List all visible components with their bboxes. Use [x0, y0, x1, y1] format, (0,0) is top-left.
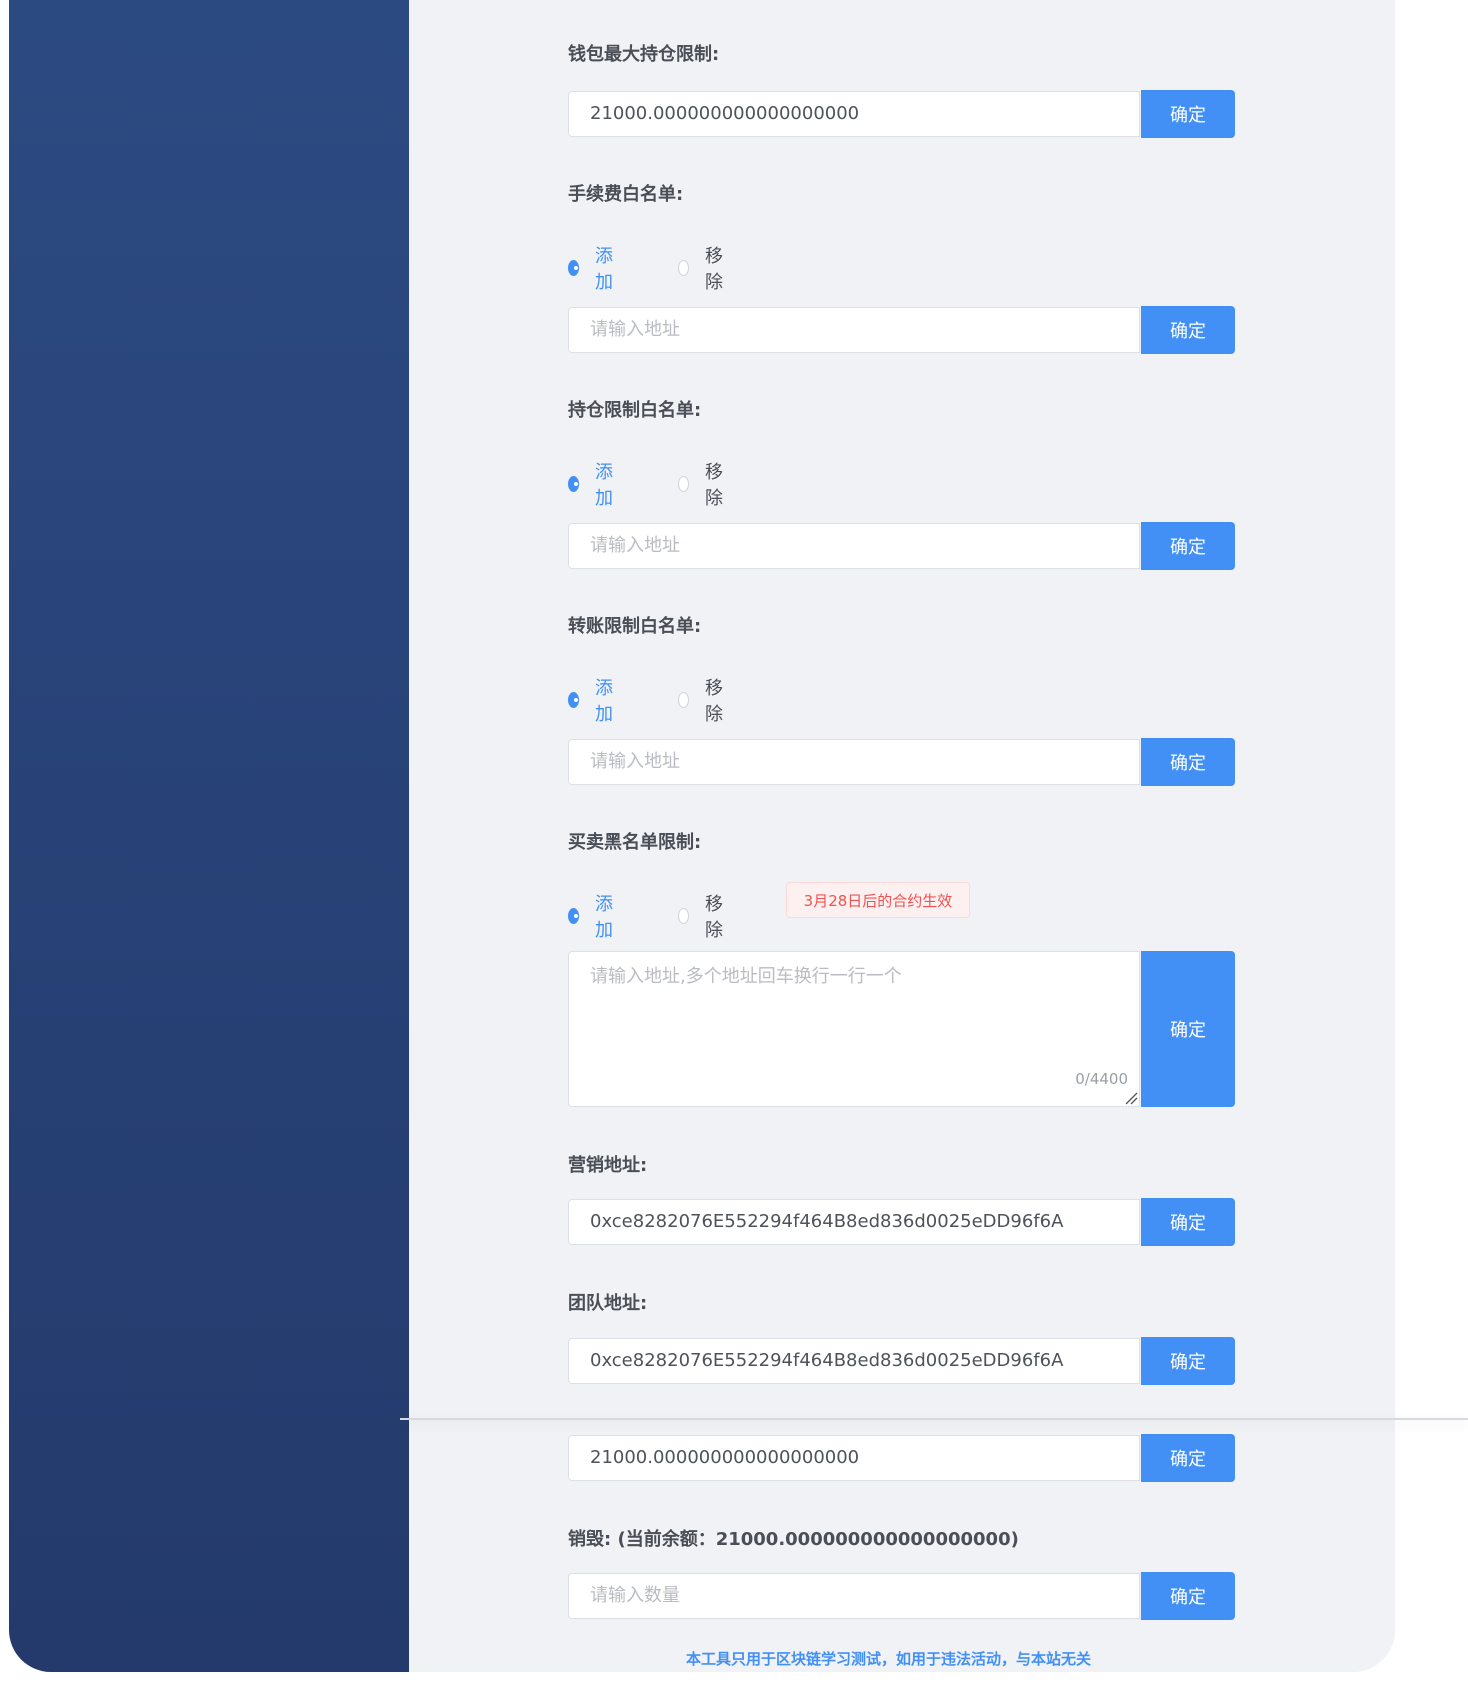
section-divider [400, 1418, 1468, 1420]
disclaimer-footer: 本工具只用于区块链学习测试，如用于违法活动，与本站无关 [686, 1650, 1092, 1668]
burn-label: 销毁: (当前余额：21000.000000000000000000) [568, 1529, 1019, 1550]
blacklist-radio-add[interactable]: 添加 [568, 890, 618, 942]
marketing-address-confirm-button[interactable]: 确定 [1141, 1198, 1235, 1246]
radio-label: 移除 [704, 462, 723, 509]
radio-unchecked-icon [678, 260, 689, 276]
wallet-limit-input[interactable]: 21000.000000000000000000 [568, 91, 1140, 137]
burn-confirm-button[interactable]: 确定 [1141, 1572, 1235, 1620]
radio-label: 添加 [594, 894, 613, 941]
radio-label: 移除 [704, 894, 723, 941]
marketing-address-input[interactable]: 0xce8282076E552294f464B8ed836d0025eDD96f… [568, 1199, 1140, 1245]
holding-whitelist-label: 持仓限制白名单: [568, 400, 702, 421]
radio-unchecked-icon [678, 476, 689, 492]
character-counter: 0/4400 [1075, 1070, 1128, 1088]
blacklist-confirm-button[interactable]: 确定 [1141, 951, 1235, 1107]
blacklist-address-textarea[interactable]: 请输入地址,多个地址回车换行一行一个 0/4400 [568, 951, 1140, 1107]
team-address-label: 团队地址: [568, 1293, 648, 1314]
radio-checked-icon [568, 692, 579, 708]
radio-checked-icon [568, 260, 579, 276]
fee-whitelist-confirm-button[interactable]: 确定 [1141, 306, 1235, 354]
wallet-limit-confirm-button[interactable]: 确定 [1141, 90, 1235, 138]
transfer-whitelist-confirm-button[interactable]: 确定 [1141, 738, 1235, 786]
transfer-whitelist-radio-remove[interactable]: 移除 [678, 674, 728, 726]
team-address-input[interactable]: 0xce8282076E552294f464B8ed836d0025eDD96f… [568, 1338, 1140, 1384]
radio-label: 添加 [594, 246, 613, 293]
team-address-confirm-button[interactable]: 确定 [1141, 1337, 1235, 1385]
main-content [409, 0, 1395, 1672]
blacklist-label: 买卖黑名单限制: [568, 832, 702, 853]
fee-whitelist-label: 手续费白名单: [568, 184, 684, 205]
textarea-placeholder: 请输入地址,多个地址回车换行一行一个 [590, 966, 902, 987]
amount-input[interactable]: 21000.000000000000000000 [568, 1435, 1140, 1481]
holding-whitelist-confirm-button[interactable]: 确定 [1141, 522, 1235, 570]
radio-checked-icon [568, 908, 579, 924]
radio-label: 添加 [594, 462, 613, 509]
radio-checked-icon [568, 476, 579, 492]
radio-label: 移除 [704, 678, 723, 725]
fee-whitelist-radio-add[interactable]: 添加 [568, 242, 618, 294]
blacklist-radio-remove[interactable]: 移除 [678, 890, 728, 942]
transfer-whitelist-radio-add[interactable]: 添加 [568, 674, 618, 726]
transfer-whitelist-label: 转账限制白名单: [568, 616, 702, 637]
radio-unchecked-icon [678, 692, 689, 708]
wallet-limit-label: 钱包最大持仓限制: [568, 44, 720, 65]
marketing-address-label: 营销地址: [568, 1155, 648, 1176]
fee-whitelist-radio-remove[interactable]: 移除 [678, 242, 728, 294]
resize-handle-icon[interactable] [1124, 1091, 1138, 1105]
blacklist-notice-tag: 3月28日后的合约生效 [786, 882, 970, 918]
burn-amount-input[interactable]: 请输入数量 [568, 1573, 1140, 1619]
sidebar [9, 0, 409, 1672]
page-margin [1395, 0, 1468, 1418]
amount-confirm-button[interactable]: 确定 [1141, 1434, 1235, 1482]
holding-whitelist-radio-remove[interactable]: 移除 [678, 458, 728, 510]
holding-whitelist-address-input[interactable]: 请输入地址 [568, 523, 1140, 569]
radio-unchecked-icon [678, 908, 689, 924]
radio-label: 添加 [594, 678, 613, 725]
radio-label: 移除 [704, 246, 723, 293]
fee-whitelist-address-input[interactable]: 请输入地址 [568, 307, 1140, 353]
holding-whitelist-radio-add[interactable]: 添加 [568, 458, 618, 510]
transfer-whitelist-address-input[interactable]: 请输入地址 [568, 739, 1140, 785]
